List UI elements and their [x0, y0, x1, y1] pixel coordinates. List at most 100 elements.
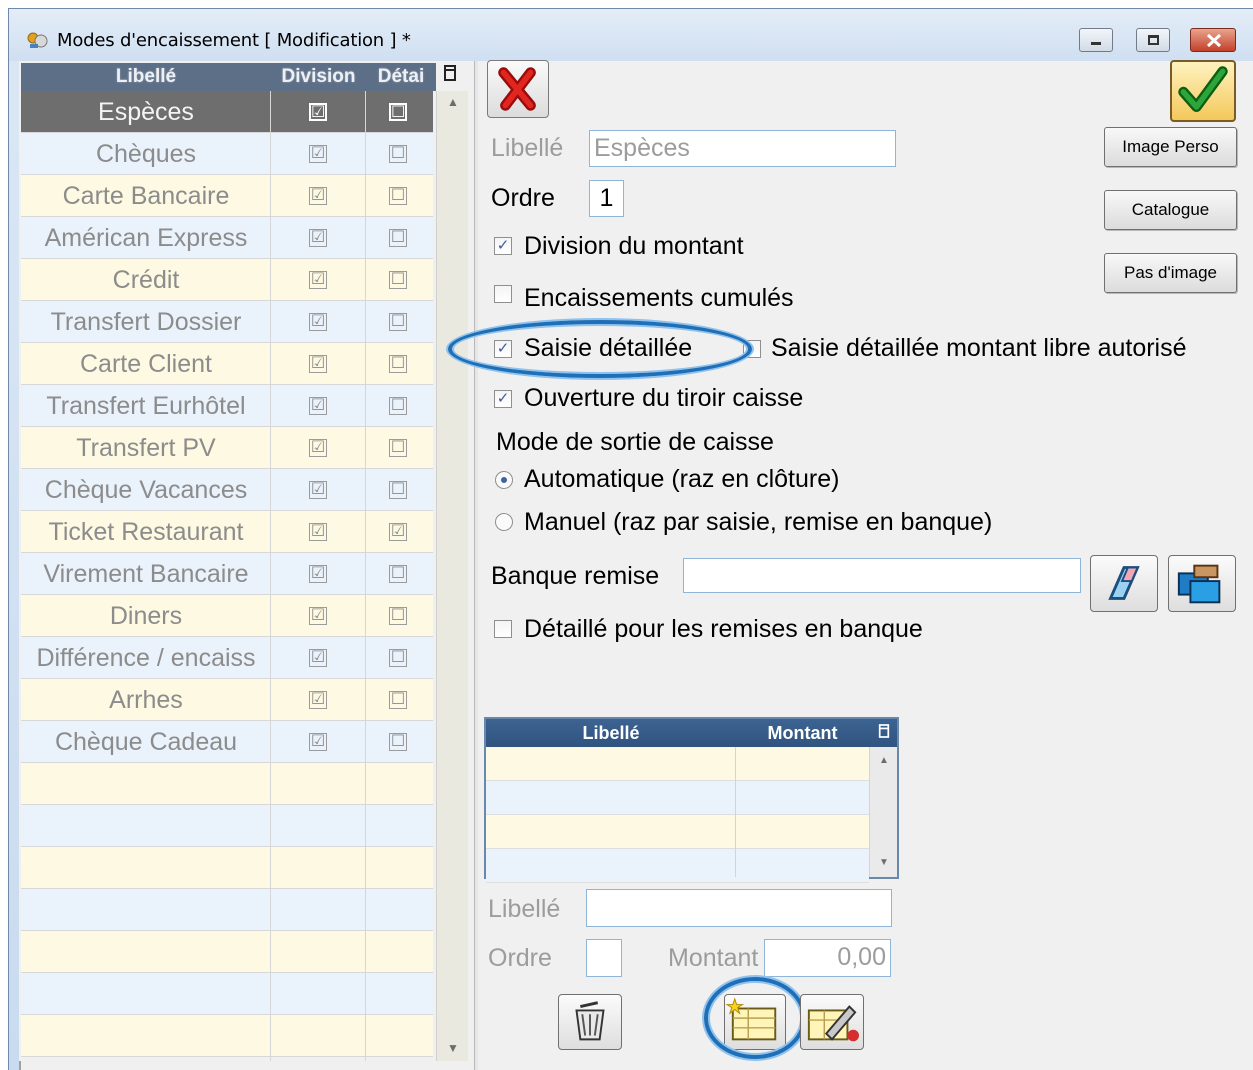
row-detail-check: ☐ [389, 229, 407, 247]
sub-montant-input[interactable]: 0,00 [764, 939, 891, 977]
restore-button[interactable] [1136, 28, 1170, 52]
pas-image-button[interactable]: Pas d'image [1104, 253, 1237, 293]
banque-label: Banque remise [491, 562, 660, 590]
table-menu-icon[interactable] [443, 64, 457, 82]
detail-row[interactable] [486, 747, 869, 781]
list-row[interactable]: Ticket Restaurant ☑ ☑ [21, 511, 433, 553]
row-detail-check: ☐ [389, 355, 407, 373]
header-libelle[interactable]: Libellé [21, 63, 271, 91]
cumules-checkbox[interactable] [494, 285, 512, 303]
sub-ordre-input[interactable] [586, 939, 622, 977]
detail-row[interactable] [486, 849, 869, 883]
row-division-check: ☑ [309, 439, 327, 457]
row-division-check: ☑ [309, 691, 327, 709]
sub-libelle-label: Libellé [488, 895, 561, 923]
detail-row[interactable] [486, 815, 869, 849]
header-division[interactable]: Division [271, 63, 366, 91]
header-montant[interactable]: Montant [736, 719, 869, 747]
detail-table: Libellé Montant ▲ ▼ [484, 717, 899, 883]
list-row[interactable]: Transfert Dossier ☑ ☐ [21, 301, 433, 343]
row-label: Transfert PV [76, 434, 216, 462]
mode-sortie-title: Mode de sortie de caisse [496, 428, 774, 456]
list-row[interactable]: Diners ☑ ☐ [21, 595, 433, 637]
image-perso-button[interactable]: Image Perso [1104, 127, 1237, 167]
bank-list-button[interactable] [1168, 555, 1236, 612]
mode-auto-label: Automatique (raz en clôture) [524, 465, 840, 493]
list-row[interactable]: Carte Bancaire ☑ ☐ [21, 175, 433, 217]
red-x-icon [498, 67, 536, 111]
libelle-label: Libellé [491, 134, 564, 162]
list-row[interactable]: Chèque Cadeau ☑ ☐ [21, 721, 433, 763]
scroll-down-icon[interactable]: ▼ [437, 1041, 469, 1055]
cumules-label: Encaissements cumulés [524, 284, 794, 312]
row-detail-check: ☐ [389, 649, 407, 667]
mode-auto-radio[interactable] [495, 471, 513, 489]
list-row[interactable]: Chèque Vacances ☑ ☐ [21, 469, 433, 511]
highlight-ellipse [448, 320, 752, 378]
mode-manuel-radio[interactable] [495, 513, 513, 531]
list-row[interactable]: Différence / encaiss ☑ ☐ [21, 637, 433, 679]
list-scrollbar[interactable]: ▲ ▼ [436, 91, 468, 1061]
row-label: Transfert Dossier [50, 308, 242, 336]
edit-line-button[interactable] [800, 994, 864, 1050]
row-detail-check: ☑ [389, 523, 407, 541]
header-detail[interactable]: Détai [366, 63, 436, 91]
row-detail-check: ☐ [389, 187, 407, 205]
delete-button[interactable] [558, 994, 622, 1050]
empty-row [21, 805, 433, 847]
scroll-up-icon[interactable]: ▲ [870, 755, 898, 766]
ordre-input[interactable]: 1 [589, 180, 624, 217]
division-label: Division du montant [524, 232, 744, 260]
clear-bank-button[interactable] [1090, 555, 1158, 612]
scroll-up-icon[interactable]: ▲ [437, 95, 469, 109]
green-check-icon [1178, 66, 1228, 113]
table-menu-icon[interactable] [878, 723, 890, 739]
catalogue-button[interactable]: Catalogue [1104, 190, 1237, 230]
row-detail-check: ☐ [389, 691, 407, 709]
row-label: Carte Client [80, 350, 212, 378]
list-row[interactable]: Arrhes ☑ ☐ [21, 679, 433, 721]
list-row[interactable]: Carte Client ☑ ☐ [21, 343, 433, 385]
row-division-check: ☑ [309, 733, 327, 751]
column-divider [735, 747, 736, 877]
empty-row [21, 973, 433, 1015]
validate-button[interactable] [1170, 60, 1236, 122]
detail-row[interactable] [486, 781, 869, 815]
row-detail-check: ☐ [389, 271, 407, 289]
empty-row [21, 931, 433, 973]
list-row[interactable]: Transfert PV ☑ ☐ [21, 427, 433, 469]
row-label: Virement Bancaire [43, 560, 249, 588]
banque-input[interactable] [683, 558, 1081, 593]
row-detail-check: ☐ [389, 145, 407, 163]
panel-splitter[interactable] [474, 61, 478, 1070]
remises-checkbox[interactable] [494, 620, 512, 638]
row-detail-check: ☐ [389, 733, 407, 751]
empty-row [21, 847, 433, 889]
list-row[interactable]: Transfert Eurhôtel ☑ ☐ [21, 385, 433, 427]
close-button[interactable] [1190, 28, 1236, 52]
list-row[interactable]: Virement Bancaire ☑ ☐ [21, 553, 433, 595]
libelle-input[interactable]: Espèces [589, 130, 896, 167]
scroll-down-icon[interactable]: ▼ [870, 857, 898, 868]
header-libelle[interactable]: Libellé [486, 719, 736, 747]
montant-libre-label: Saisie détaillée montant libre autorisé [771, 334, 1187, 362]
row-label: Chèques [95, 140, 197, 168]
list-row[interactable]: Crédit ☑ ☐ [21, 259, 433, 301]
list-row[interactable]: Chèques ☑ ☐ [21, 133, 433, 175]
division-checkbox[interactable]: ✓ [494, 237, 512, 255]
row-label: Chèque Cadeau [54, 728, 238, 756]
eraser-icon [1108, 566, 1140, 600]
edit-table-icon [807, 1005, 859, 1042]
cancel-button[interactable] [487, 60, 549, 118]
tiroir-checkbox[interactable]: ✓ [494, 390, 512, 408]
minimize-button[interactable] [1079, 28, 1113, 52]
row-division-check: ☑ [309, 229, 327, 247]
row-label: Transfert Eurhôtel [46, 392, 246, 420]
list-row-especes[interactable]: Espèces ☑ ☐ [21, 91, 433, 133]
row-label: Carte Bancaire [62, 182, 230, 210]
detail-scrollbar[interactable]: ▲ ▼ [869, 747, 897, 877]
mode-manuel-label: Manuel (raz par saisie, remise en banque… [524, 508, 993, 536]
window-title: Modes d'encaissement [ Modification ] * [57, 30, 411, 51]
sub-libelle-input[interactable] [586, 889, 892, 927]
list-row[interactable]: Américan Express ☑ ☐ [21, 217, 433, 259]
